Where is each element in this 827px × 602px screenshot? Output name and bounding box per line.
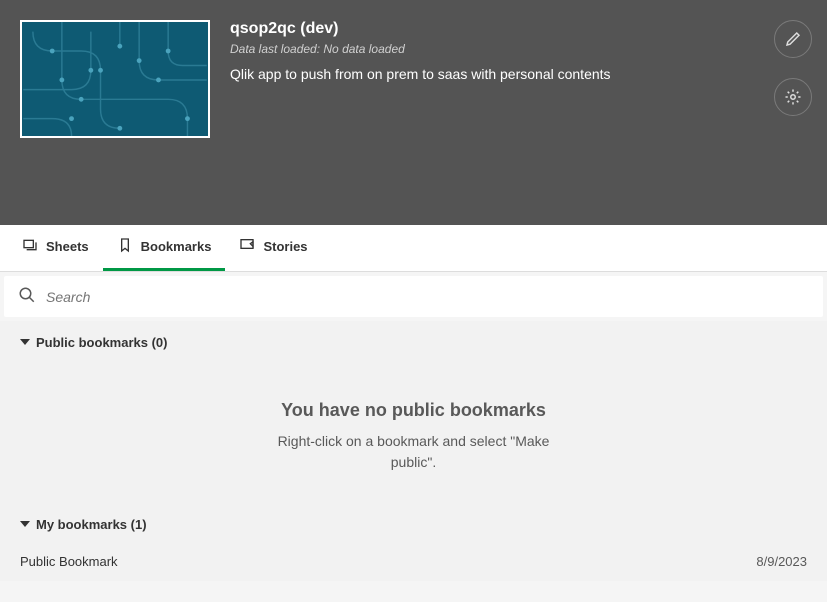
chevron-down-icon bbox=[20, 335, 30, 350]
bookmark-icon bbox=[117, 237, 133, 256]
app-title: qsop2qc (dev) bbox=[230, 20, 747, 38]
tab-bookmarks[interactable]: Bookmarks bbox=[103, 225, 226, 271]
bookmark-date: 8/9/2023 bbox=[756, 554, 807, 569]
app-description: Qlik app to push from on prem to saas wi… bbox=[230, 66, 747, 82]
tab-bar: Sheets Bookmarks Stories bbox=[0, 225, 827, 272]
public-bookmarks-header[interactable]: Public bookmarks (0) bbox=[0, 321, 827, 360]
app-header: qsop2qc (dev) Data last loaded: No data … bbox=[0, 0, 827, 225]
tab-stories-label: Stories bbox=[263, 239, 307, 254]
empty-title: You have no public bookmarks bbox=[20, 400, 807, 421]
header-text-block: qsop2qc (dev) Data last loaded: No data … bbox=[230, 20, 747, 82]
public-empty-state: You have no public bookmarks Right-click… bbox=[0, 360, 827, 503]
tab-sheets[interactable]: Sheets bbox=[8, 225, 103, 271]
sheets-icon bbox=[22, 237, 38, 256]
app-subtitle: Data last loaded: No data loaded bbox=[230, 42, 747, 56]
app-thumbnail bbox=[20, 20, 210, 138]
search-input[interactable] bbox=[46, 289, 809, 305]
chevron-down-icon bbox=[20, 517, 30, 532]
empty-subtitle: Right-click on a bookmark and select "Ma… bbox=[264, 431, 564, 473]
search-icon bbox=[18, 286, 36, 307]
tab-sheets-label: Sheets bbox=[46, 239, 89, 254]
my-bookmarks-label: My bookmarks (1) bbox=[36, 517, 147, 532]
settings-button[interactable] bbox=[774, 78, 812, 116]
tab-bookmarks-label: Bookmarks bbox=[141, 239, 212, 254]
edit-button[interactable] bbox=[774, 20, 812, 58]
my-bookmarks-header[interactable]: My bookmarks (1) bbox=[0, 503, 827, 542]
content-area: Public bookmarks (0) You have no public … bbox=[0, 321, 827, 581]
public-bookmarks-label: Public bookmarks (0) bbox=[36, 335, 167, 350]
bookmark-row[interactable]: Public Bookmark 8/9/2023 bbox=[0, 542, 827, 581]
bookmark-name: Public Bookmark bbox=[20, 554, 118, 569]
stories-icon bbox=[239, 237, 255, 256]
search-bar bbox=[4, 276, 823, 317]
tab-stories[interactable]: Stories bbox=[225, 225, 321, 271]
